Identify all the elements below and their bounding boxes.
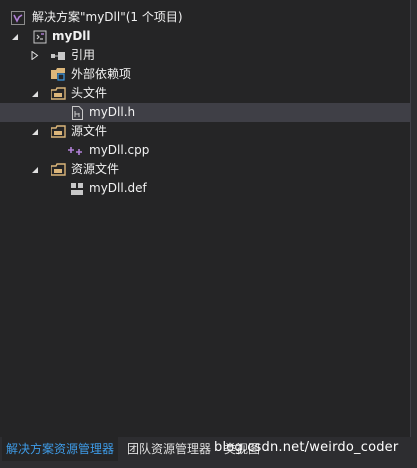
- project-node[interactable]: myDll: [0, 27, 411, 46]
- tab-team-explorer[interactable]: 团队资源管理器: [123, 437, 215, 468]
- resource-file-label: myDll.def: [89, 181, 147, 195]
- filter-folder-icon: [50, 160, 66, 179]
- expanded-arrow-icon[interactable]: [30, 84, 40, 103]
- solution-node[interactable]: 解决方案"myDll"(1 个项目): [0, 8, 411, 27]
- references-node[interactable]: 引用: [0, 46, 411, 65]
- cpp-project-icon: [32, 27, 48, 46]
- tab-solution-explorer[interactable]: 解决方案资源管理器: [2, 437, 119, 461]
- solution-label: 解决方案"myDll"(1 个项目): [32, 10, 183, 24]
- cpp-file-icon: [68, 141, 84, 160]
- header-file-label: myDll.h: [89, 105, 136, 119]
- vertical-scrollbar[interactable]: [411, 0, 417, 437]
- external-folder-icon: [50, 65, 66, 84]
- def-file-icon: [70, 179, 84, 198]
- source-files-label: 源文件: [71, 124, 108, 138]
- filter-folder-icon: [50, 84, 66, 103]
- header-files-folder[interactable]: 头文件: [0, 84, 411, 103]
- header-file-item[interactable]: myDll.h: [0, 103, 411, 122]
- resource-files-label: 资源文件: [71, 162, 120, 176]
- bottom-tab-bar: 解决方案资源管理器 团队资源管理器 类视图 blog.csdn.net/weir…: [0, 437, 417, 468]
- collapsed-arrow-icon[interactable]: [30, 46, 40, 65]
- filter-folder-icon: [50, 122, 66, 141]
- external-dependencies-label: 外部依赖项: [71, 67, 132, 81]
- resource-file-item[interactable]: myDll.def: [0, 179, 411, 198]
- references-label: 引用: [71, 48, 96, 62]
- resource-files-folder[interactable]: 资源文件: [0, 160, 411, 179]
- expanded-arrow-icon[interactable]: [10, 27, 20, 46]
- source-file-item[interactable]: myDll.cpp: [0, 141, 411, 160]
- references-icon: [50, 46, 66, 65]
- expanded-arrow-icon[interactable]: [30, 160, 40, 179]
- solution-explorer-panel: 解决方案"myDll"(1 个项目) myDll 引用 外部依赖项 头文件 my…: [0, 0, 411, 437]
- external-dependencies-node[interactable]: 外部依赖项: [0, 65, 411, 84]
- header-files-label: 头文件: [71, 86, 108, 100]
- visual-studio-solution-icon: [10, 8, 26, 27]
- project-label: myDll: [52, 29, 91, 43]
- source-files-folder[interactable]: 源文件: [0, 122, 411, 141]
- header-file-icon: [70, 103, 84, 122]
- expanded-arrow-icon[interactable]: [30, 122, 40, 141]
- source-file-label: myDll.cpp: [89, 143, 150, 157]
- watermark-text: blog.csdn.net/weirdo_coder: [214, 440, 399, 455]
